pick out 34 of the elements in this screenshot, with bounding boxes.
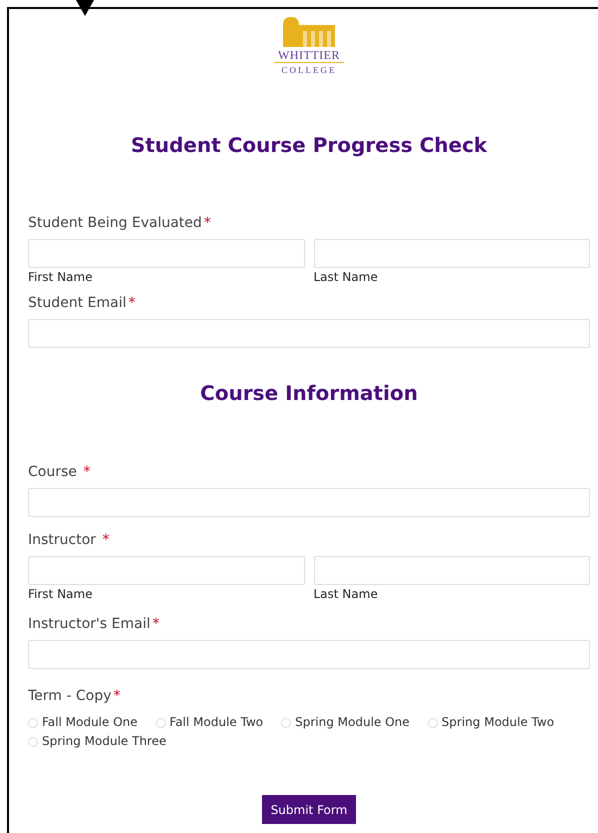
required-asterisk: * [204, 216, 211, 230]
field-label: Instructor's Email [28, 617, 150, 631]
radio-option[interactable]: Fall Module Two [156, 715, 264, 730]
building-logo-icon [281, 15, 337, 47]
field-sublabel: First Name [28, 270, 94, 284]
field-label: Student Email [28, 296, 126, 310]
text-field[interactable] [314, 239, 590, 268]
section-heading: Course Information [199, 381, 419, 405]
form-title: Student Course Progress Check [130, 133, 488, 157]
logo-subtitle: COLLEGE [282, 65, 336, 76]
required-asterisk: * [113, 689, 120, 703]
text-field[interactable] [28, 488, 590, 517]
field-sublabel: Last Name [314, 587, 379, 601]
field-label: Term - Copy [28, 689, 112, 703]
required-asterisk: * [152, 617, 160, 631]
radio-option[interactable]: Spring Module Three [28, 734, 166, 749]
text-field[interactable] [28, 640, 590, 669]
text-field[interactable] [28, 556, 304, 585]
field-label: Student Being Evaluated [28, 216, 202, 230]
submit-button[interactable]: Submit Form [262, 795, 356, 824]
text-field[interactable] [28, 239, 304, 268]
radio-option[interactable]: Spring Module Two [428, 715, 554, 730]
text-field[interactable] [28, 319, 590, 348]
field-label: Instructor [28, 533, 97, 547]
field-sublabel: First Name [28, 587, 94, 601]
field-sublabel: Last Name [314, 270, 379, 284]
required-asterisk: * [102, 533, 110, 547]
field-label: Course [28, 465, 78, 479]
required-asterisk: * [83, 465, 90, 479]
radio-option[interactable]: Fall Module One [28, 715, 138, 730]
radio-option[interactable]: Spring Module One [281, 715, 410, 730]
logo-name: WHITTIER [274, 49, 344, 63]
required-asterisk: * [128, 296, 136, 310]
text-field[interactable] [314, 556, 590, 585]
